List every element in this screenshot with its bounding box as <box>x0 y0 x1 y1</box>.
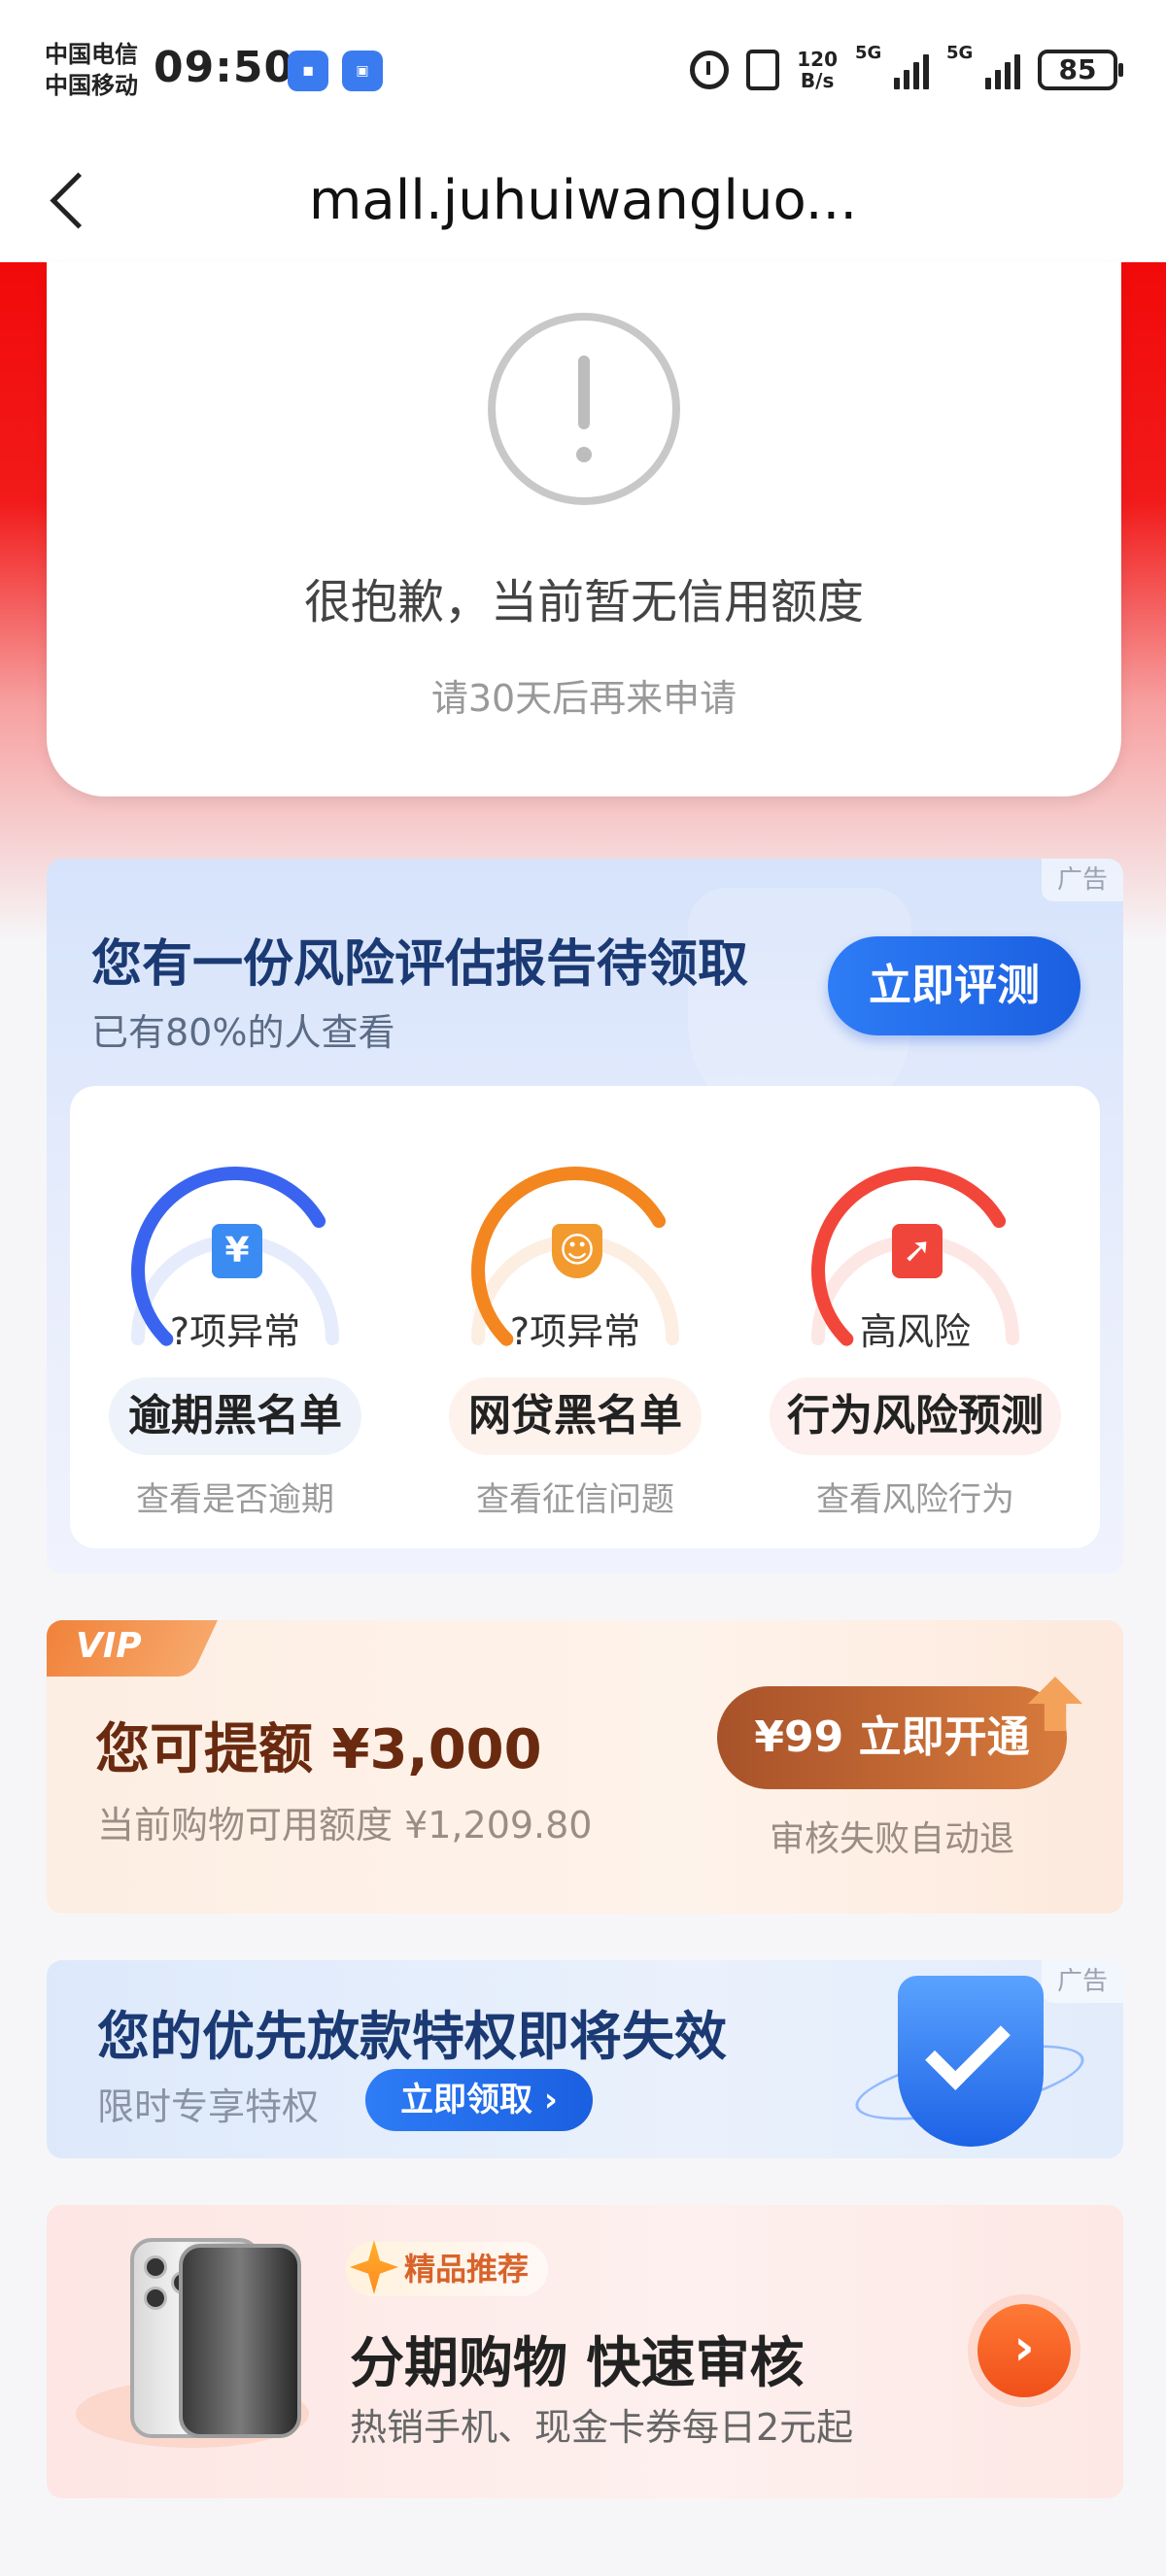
vip-upgrade-card[interactable]: VIP 您可提额 ¥3,000 当前购物可用额度 ¥1,209.80 ¥99 立… <box>47 1620 1123 1914</box>
signal-2-label: 5G <box>946 43 974 63</box>
gauge-desc: 查看征信问题 <box>476 1480 674 1519</box>
gauge-desc: 查看是否逾期 <box>136 1480 334 1519</box>
signal-1-label: 5G <box>855 43 882 63</box>
status-bar: 中国电信 中国移动 09:50 ◼ ▣ 120 B/s 5G 5G 85 <box>0 0 1166 136</box>
vip-badge-label: VIP <box>76 1626 142 1666</box>
exclamation-icon <box>488 313 680 505</box>
security-app-icon: ▣ <box>342 51 383 91</box>
risk-gauges-panel: ¥ ?项异常 逾期黑名单 查看是否逾期 ☺ ?项异常 网贷黑名单 查看征信问题 … <box>70 1086 1100 1548</box>
priority-title: 您的优先放款特权即将失效 <box>97 2006 727 2067</box>
installment-shopping-card[interactable]: 精品推荐 分期购物 快速审核 热销手机、现金卡券每日2元起 › <box>47 2205 1123 2498</box>
credit-status-subtitle: 请30天后再来申请 <box>430 677 737 720</box>
vip-refund-note: 审核失败自动退 <box>769 1819 1014 1859</box>
page-url: mall.juhuiwangluo... <box>308 169 858 232</box>
ad-label: 广告 <box>1042 859 1123 901</box>
gauge-status: 高风险 <box>859 1310 971 1353</box>
browser-title-bar: mall.juhuiwangluo... <box>0 136 1166 262</box>
vip-title: 您可提额 ¥3,000 <box>95 1718 542 1781</box>
carrier-info: 中国电信 中国移动 <box>45 39 138 101</box>
cursor-icon: ➚ <box>892 1224 943 1278</box>
credit-status-title: 很抱歉，当前暂无信用额度 <box>303 575 864 629</box>
carrier-2: 中国移动 <box>45 72 138 99</box>
evaluate-now-button[interactable]: 立即评测 <box>828 936 1080 1035</box>
vip-subtitle: 当前购物可用额度 ¥1,209.80 <box>97 1804 593 1847</box>
risk-report-title: 您有一份风险评估报告待领取 <box>91 935 749 994</box>
gauge-name: 网贷黑名单 <box>449 1377 702 1455</box>
gauge-overdue-blacklist[interactable]: ¥ ?项异常 逾期黑名单 查看是否逾期 <box>70 1086 400 1548</box>
shopping-title: 分期购物 快速审核 <box>350 2332 805 2395</box>
battery-icon: 85 <box>1038 50 1123 90</box>
priority-subtitle: 限时专享特权 <box>97 2085 320 2128</box>
gauge-loan-blacklist[interactable]: ☺ ?项异常 网贷黑名单 查看征信问题 <box>410 1086 740 1548</box>
status-icons: 120 B/s 5G 5G 85 <box>690 43 1123 91</box>
priority-privilege-card[interactable]: 广告 您的优先放款特权即将失效 限时专享特权 立即领取 › <box>47 1960 1123 2158</box>
phone-front-image <box>179 2244 301 2438</box>
gauge-name: 行为风险预测 <box>770 1377 1061 1455</box>
gauge-desc: 查看风险行为 <box>816 1480 1014 1519</box>
person-shield-icon: ☺ <box>552 1224 602 1278</box>
shopping-subtitle: 热销手机、现金卡券每日2元起 <box>350 2406 854 2449</box>
clock: 09:50 <box>154 43 295 92</box>
honor-store-icon: ◼ <box>288 51 328 91</box>
signal-1-icon: 5G <box>855 43 929 89</box>
vibrate-icon <box>746 50 780 90</box>
chevron-right-icon[interactable]: › <box>977 2304 1071 2397</box>
carrier-1: 中国电信 <box>45 41 138 68</box>
gauge-name: 逾期黑名单 <box>109 1377 361 1455</box>
signal-2-icon: 5G <box>946 43 1020 89</box>
risk-report-subtitle: 已有80%的人查看 <box>91 1011 395 1054</box>
network-speed-unit: B/s <box>800 69 835 92</box>
alarm-icon <box>690 51 730 89</box>
network-speed-value: 120 <box>797 48 838 71</box>
network-speed: 120 B/s <box>797 49 838 91</box>
yuan-icon: ¥ <box>212 1224 262 1278</box>
shield-check-icon <box>898 1976 1044 2147</box>
gauge-status: ?项异常 <box>169 1310 301 1353</box>
ad-label: 广告 <box>1042 1960 1123 2003</box>
gauge-status: ?项异常 <box>509 1310 641 1353</box>
gauge-behavior-risk[interactable]: ➚ 高风险 行为风险预测 查看风险行为 <box>750 1086 1080 1548</box>
credit-status-card: 很抱歉，当前暂无信用额度 请30天后再来申请 <box>47 262 1121 797</box>
claim-now-button[interactable]: 立即领取 › <box>365 2069 593 2131</box>
activate-vip-button[interactable]: ¥99 立即开通 <box>717 1686 1067 1789</box>
risk-report-card[interactable]: 广告 您有一份风险评估报告待领取 已有80%的人查看 立即评测 ¥ ?项异常 逾… <box>47 859 1123 1574</box>
